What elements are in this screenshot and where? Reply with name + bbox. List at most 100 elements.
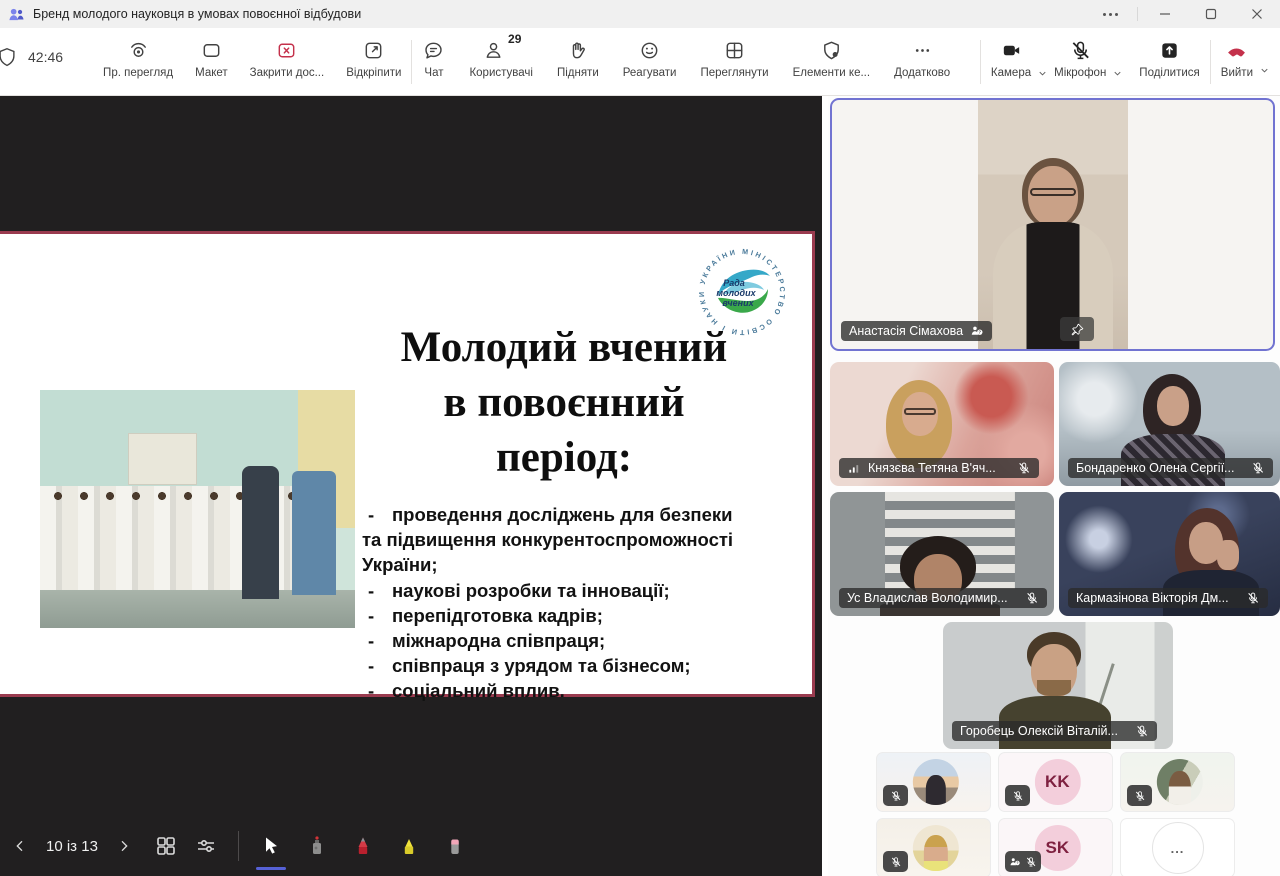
avatar xyxy=(1156,759,1202,805)
person-status-icon xyxy=(970,324,984,338)
signal-icon xyxy=(847,461,861,475)
mute-badge xyxy=(883,851,908,872)
chat-icon xyxy=(422,39,445,62)
presenter-view-icon xyxy=(127,39,150,62)
chat-button[interactable]: Чат xyxy=(422,28,445,79)
stop-sharing-button[interactable]: Закрити дос... xyxy=(250,28,325,79)
avatar: SK xyxy=(1034,825,1080,871)
mic-off-icon xyxy=(1069,39,1092,62)
mini-tile[interactable]: KK xyxy=(998,752,1113,812)
mic-off-icon xyxy=(1134,790,1146,802)
leave-call-icon xyxy=(1225,39,1248,62)
mini-tile[interactable] xyxy=(1120,752,1235,812)
window-more-icon[interactable] xyxy=(1087,0,1133,28)
window-controls xyxy=(1087,0,1280,28)
laser-pointer-tool-button[interactable] xyxy=(305,834,329,858)
camera-button[interactable]: Камера xyxy=(991,28,1031,84)
raise-hand-button[interactable]: Підняти xyxy=(557,28,599,79)
view-button[interactable]: Переглянути xyxy=(700,28,768,79)
toolbar-divider xyxy=(411,40,412,84)
video-tile-spotlight[interactable]: Анастасія Сімахова xyxy=(830,98,1275,351)
previous-slide-button[interactable] xyxy=(12,838,28,854)
view-icon xyxy=(723,39,746,62)
share-button[interactable]: Поділитися xyxy=(1139,28,1199,84)
active-tool-indicator xyxy=(256,867,286,870)
mini-tile[interactable] xyxy=(876,818,991,876)
participant-name-label: Князєва Тетяна В'яч... xyxy=(839,458,1039,478)
pin-icon xyxy=(1070,322,1085,337)
shield-icon xyxy=(0,46,18,68)
chevron-down-icon[interactable] xyxy=(1037,28,1048,84)
presenter-view-button[interactable]: Пр. перегляд xyxy=(103,28,173,79)
chevron-down-icon[interactable] xyxy=(1259,28,1270,79)
unpin-button[interactable]: Відкріпити xyxy=(346,28,401,79)
video-tile[interactable]: Горобець Олексій Віталій... xyxy=(943,622,1173,749)
mini-tile[interactable]: SK xyxy=(998,818,1113,876)
camera-icon xyxy=(1000,39,1023,62)
more-button[interactable]: Додатково xyxy=(894,28,950,79)
eraser-tool-button[interactable] xyxy=(443,834,467,858)
layout-button[interactable]: Макет xyxy=(195,28,228,79)
overflow-indicator: ... xyxy=(1152,822,1204,874)
more-icon xyxy=(911,39,934,62)
minimize-icon[interactable] xyxy=(1142,0,1188,28)
avatar xyxy=(912,825,958,871)
react-button[interactable]: Реагувати xyxy=(623,28,677,79)
mini-tile-overflow[interactable]: ... xyxy=(1120,818,1235,876)
mute-badge xyxy=(883,785,908,806)
presentation-controls: Пр. перегляд Макет Закрити дос... Відкрі… xyxy=(103,28,401,79)
toolbar-divider xyxy=(1210,40,1211,84)
pin-button[interactable] xyxy=(1060,317,1094,341)
close-icon[interactable] xyxy=(1234,0,1280,28)
slidebar-divider xyxy=(238,831,239,861)
stop-sharing-icon xyxy=(275,39,298,62)
meeting-timer: 42:46 xyxy=(28,49,63,65)
pointer-tool-button[interactable] xyxy=(259,834,283,858)
chevron-down-icon[interactable] xyxy=(1112,28,1123,84)
teams-logo-icon xyxy=(8,6,25,23)
slide-settings-sliders-button[interactable] xyxy=(194,834,218,858)
meeting-actions: Чат 29 Користувачі Підняти xyxy=(422,28,950,79)
pen-tool-button[interactable] xyxy=(351,834,375,858)
toolbar-divider xyxy=(980,40,981,84)
slide-title: Молодий вчений в повоєнний період: xyxy=(328,320,800,485)
leave-button[interactable]: Вийти xyxy=(1221,28,1253,79)
meeting-toolbar: 42:46 Пр. перегляд Макет Закрити дос... xyxy=(0,28,1280,96)
highlighter-tool-button[interactable] xyxy=(397,834,421,858)
video-tile[interactable]: Ус Владислав Володимир... xyxy=(830,492,1054,616)
mute-badge xyxy=(1005,851,1041,872)
participants-panel: Анастасія Сімахова Князєва Тетяна В'яч..… xyxy=(828,96,1280,876)
control-elements-button[interactable]: Елементи ке... xyxy=(793,28,870,79)
mic-off-icon xyxy=(890,856,902,868)
person-status-icon xyxy=(1009,856,1021,868)
participants-button[interactable]: 29 Користувачі xyxy=(469,28,532,79)
window-titlebar: Бренд молодого науковця в умовах повоєнн… xyxy=(0,0,1280,28)
video-tile[interactable]: Бондаренко Олена Сергії... xyxy=(1059,362,1280,486)
raise-hand-icon xyxy=(566,39,589,62)
mic-off-icon xyxy=(1012,790,1024,802)
mini-tile[interactable] xyxy=(876,752,991,812)
participant-name-label: Ус Владислав Володимир... xyxy=(839,588,1047,608)
participant-count-badge: 29 xyxy=(508,32,521,46)
mic-off-icon xyxy=(1017,461,1031,475)
window-title: Бренд молодого науковця в умовах повоєнн… xyxy=(33,7,361,21)
powerpoint-slide: МІНІСТЕРСТВО ОСВІТИ І НАУКИ УКРАЇНИ Рада… xyxy=(0,231,815,697)
window-controls-divider xyxy=(1137,7,1138,21)
participant-name-label: Бондаренко Олена Сергії... xyxy=(1068,458,1273,478)
leave-controls: Вийти xyxy=(1221,28,1280,79)
mute-badge xyxy=(1127,785,1152,806)
avatar-initials: KK xyxy=(1034,759,1080,805)
mic-off-icon xyxy=(1025,856,1037,868)
maximize-icon[interactable] xyxy=(1188,0,1234,28)
video-tile[interactable]: Князєва Тетяна В'яч... xyxy=(830,362,1054,486)
slide-grid-view-button[interactable] xyxy=(154,834,178,858)
share-icon xyxy=(1158,39,1181,62)
people-icon xyxy=(483,39,506,62)
svg-text:вчених: вчених xyxy=(722,298,754,308)
group-photo xyxy=(40,390,355,628)
video-tile[interactable]: Кармазінова Вікторія Дм... xyxy=(1059,492,1280,616)
next-slide-button[interactable] xyxy=(116,838,132,854)
avatar xyxy=(912,759,958,805)
slide-controls-toolbar: 10 із 13 xyxy=(12,818,467,874)
microphone-button[interactable]: Мікрофон xyxy=(1054,28,1106,84)
